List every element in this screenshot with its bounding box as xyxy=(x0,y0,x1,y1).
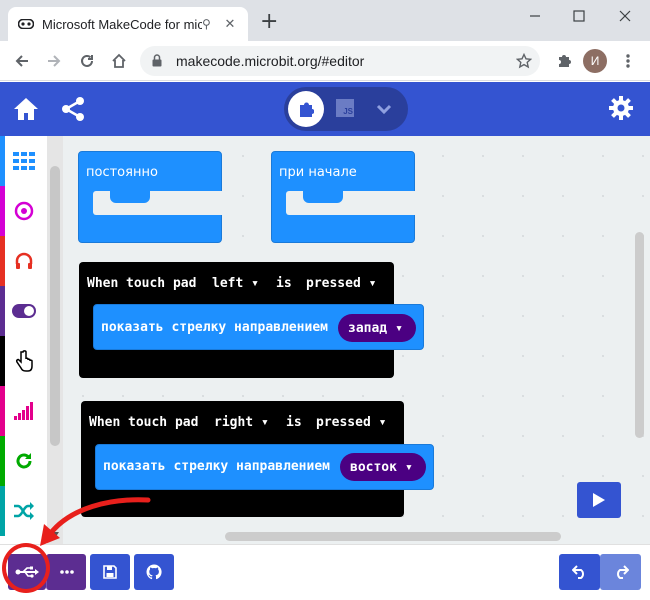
extensions-puzzle-icon[interactable] xyxy=(552,49,576,73)
more-dots-icon xyxy=(59,570,74,574)
download-options-button[interactable] xyxy=(46,554,86,590)
toolbox-music[interactable] xyxy=(0,236,47,286)
address-bar[interactable]: makecode.microbit.org/#editor xyxy=(140,46,540,76)
simulator-play-button[interactable] xyxy=(577,482,621,518)
signal-icon xyxy=(13,402,33,420)
new-tab-button[interactable]: + xyxy=(260,11,278,33)
target-icon xyxy=(14,201,33,221)
event2-touch-pad: touch pad xyxy=(128,415,199,430)
dropdown-arrow-icon: ▾ xyxy=(378,415,387,430)
toolbox-basic[interactable] xyxy=(0,136,47,186)
browser-tab-bar: Microsoft MakeCode for micro:bit ⚲ ✕ + xyxy=(0,0,650,41)
on-start-slot-notch xyxy=(303,191,343,203)
blocks-mode-puzzle-icon[interactable] xyxy=(288,91,324,127)
direction-west-dropdown[interactable]: запад ▾ xyxy=(338,314,416,342)
bookmark-star-icon[interactable] xyxy=(512,49,536,73)
event1-pad-dropdown[interactable]: left ▾ xyxy=(212,276,259,291)
editor-mode-toggle[interactable]: JS xyxy=(284,87,408,131)
url-text: makecode.microbit.org/#editor xyxy=(176,53,365,69)
lock-icon xyxy=(152,52,162,71)
event2-is: is xyxy=(286,415,302,430)
dropdown-arrow-icon: ▾ xyxy=(395,320,403,336)
javascript-mode-icon[interactable]: JS xyxy=(336,99,354,117)
show-arrow-west-label: показать стрелку направлением xyxy=(101,320,328,335)
dropdown-arrow-icon: ▾ xyxy=(260,415,269,430)
window-close-icon[interactable] xyxy=(602,0,648,32)
workspace-vertical-scrollbar[interactable] xyxy=(635,232,644,438)
show-arrow-east-label: показать стрелку направлением xyxy=(103,459,330,474)
workspace-horizontal-scrollbar[interactable] xyxy=(225,532,561,541)
event2-pad-dropdown[interactable]: right ▾ xyxy=(214,415,269,430)
redo-button[interactable] xyxy=(600,554,641,590)
forever-slot-notch xyxy=(110,191,150,203)
event1-touch-pad: touch pad xyxy=(126,276,197,291)
chevron-down-icon[interactable] xyxy=(374,99,394,119)
home-icon[interactable] xyxy=(12,95,40,123)
refresh-icon xyxy=(16,453,31,469)
toolbox-loops[interactable] xyxy=(0,436,47,486)
share-icon[interactable] xyxy=(60,95,86,123)
forward-arrow-icon[interactable] xyxy=(42,49,66,73)
highlight-circle xyxy=(2,543,50,593)
save-button[interactable] xyxy=(90,554,130,590)
github-button[interactable] xyxy=(134,554,174,590)
dropdown-arrow-icon: ▾ xyxy=(251,276,259,291)
event2-state-dropdown[interactable]: pressed ▾ xyxy=(316,415,386,430)
toggle-icon xyxy=(11,304,36,318)
toolbox xyxy=(0,136,47,544)
hand-pointer-icon xyxy=(15,350,33,372)
event1-state-dropdown[interactable]: pressed ▾ xyxy=(306,276,376,291)
back-arrow-icon[interactable] xyxy=(10,49,34,73)
maximize-icon[interactable] xyxy=(556,0,602,32)
event1-when: When xyxy=(87,276,119,291)
direction-east-dropdown[interactable]: восток ▾ xyxy=(340,453,426,481)
save-floppy-icon xyxy=(103,565,117,579)
toolbox-input[interactable] xyxy=(0,186,47,236)
annotation-arrow-icon xyxy=(40,497,151,546)
undo-icon xyxy=(571,565,584,579)
event2-when: When xyxy=(89,415,121,430)
toolbox-led[interactable] xyxy=(0,286,47,336)
dropdown-arrow-icon: ▾ xyxy=(368,276,377,291)
minimize-icon[interactable] xyxy=(512,0,558,32)
home-icon[interactable] xyxy=(107,49,131,73)
headphones-icon xyxy=(15,252,32,269)
browser-menu-icon[interactable] xyxy=(616,49,640,73)
toolbox-scroll-thumb[interactable] xyxy=(50,166,60,446)
toolbox-radio[interactable] xyxy=(0,386,47,436)
browser-tab[interactable]: Microsoft MakeCode for micro:bit ⚲ ✕ xyxy=(8,7,248,41)
toolbox-scrollbar[interactable] xyxy=(47,136,63,544)
undo-button[interactable] xyxy=(559,554,600,590)
play-icon xyxy=(593,493,605,507)
tab-close-icon[interactable]: ✕ xyxy=(222,17,238,32)
grid-icon xyxy=(12,152,35,170)
forever-label: постоянно xyxy=(86,165,158,180)
on-start-label: при начале xyxy=(279,165,357,180)
redo-icon xyxy=(616,565,629,579)
event1-is: is xyxy=(276,276,292,291)
usb-activity-icon: ⚲ xyxy=(202,17,211,31)
github-icon xyxy=(146,564,162,580)
makecode-favicon-icon xyxy=(18,16,34,32)
dropdown-arrow-icon: ▾ xyxy=(404,459,413,475)
reload-icon[interactable] xyxy=(75,49,99,73)
tab-title: Microsoft MakeCode for micro:bit xyxy=(42,16,202,32)
profile-avatar[interactable]: И xyxy=(583,49,607,73)
toolbox-touch[interactable] xyxy=(0,336,47,386)
browser-toolbar: makecode.microbit.org/#editor xyxy=(0,41,650,81)
settings-gear-icon[interactable] xyxy=(608,95,634,121)
